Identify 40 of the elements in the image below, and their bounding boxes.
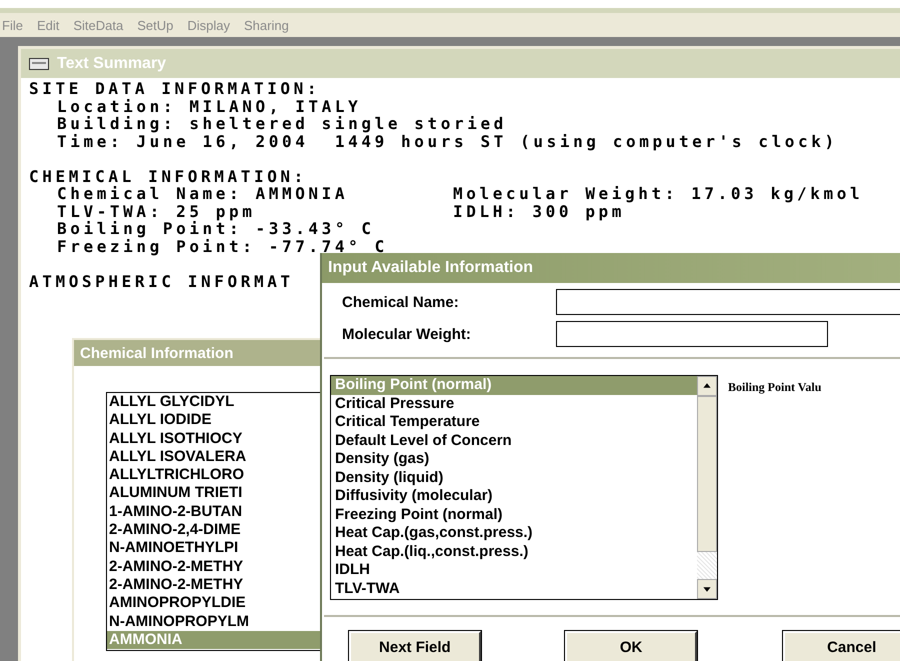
list-item[interactable]: Density (gas) (331, 450, 697, 468)
list-item[interactable]: IDLH (331, 561, 697, 580)
summary-text: IDLH: 300 ppm (453, 202, 626, 220)
list-item[interactable]: Critical Temperature (331, 413, 697, 432)
document-icon (29, 58, 49, 70)
summary-text: Freezing Point: -77.74° C (57, 236, 388, 256)
scroll-up-icon[interactable] (697, 376, 717, 396)
list-item[interactable]: Heat Cap.(liq.,const.press.) (331, 542, 697, 561)
scroll-down-icon[interactable] (697, 579, 717, 599)
dialog-button[interactable]: Next Field (349, 631, 481, 661)
property-list[interactable] (330, 375, 718, 600)
window-title: Text Summary (57, 54, 166, 72)
list-item[interactable]: Freezing Point (normal) (331, 506, 697, 524)
summary-text: Time: June 16, 2004 1449 hours ST (using computer's clock) (57, 132, 838, 150)
dialog-button[interactable]: Cancel (783, 631, 900, 661)
summary-text: Location: MILANO, ITALY (57, 96, 362, 116)
field-label: Chemical Name: (342, 294, 460, 310)
input-field[interactable] (556, 289, 900, 315)
dialog-title: Input Available Information (328, 259, 534, 277)
input-field[interactable] (556, 321, 828, 347)
dialog-button[interactable]: OK (564, 631, 698, 661)
scroll-thumb[interactable] (697, 396, 717, 552)
section-heading: CHEMICAL INFORMATION: (29, 168, 307, 185)
section-heading: ATMOSPHERIC INFORMAT (29, 272, 294, 290)
section-heading: SITE DATA INFORMATION: (29, 80, 320, 98)
field-label: Molecular Weight: (342, 326, 472, 342)
summary-text: Boiling Point: -33.43° C (57, 219, 375, 238)
summary-text: Molecular Weight: 17.03 kg/kmol (453, 185, 864, 202)
list-item[interactable]: Heat Cap.(gas,const.press.) (331, 524, 697, 542)
window-title: Chemical Information (80, 344, 234, 362)
list-item[interactable]: Default Level of Concern (331, 432, 697, 450)
scrollbar[interactable] (697, 376, 717, 599)
list-item[interactable]: TLV-TWA (331, 580, 697, 598)
list-item[interactable]: Critical Pressure (331, 394, 697, 413)
summary-text: TLV-TWA: 25 ppm (57, 202, 256, 220)
summary-text: Building: sheltered single storied (57, 114, 507, 133)
list-item[interactable]: Density (liquid) (331, 468, 697, 487)
summary-text: Chemical Name: AMMONIA (57, 184, 348, 203)
value-label: Boiling Point Valu (728, 380, 822, 395)
list-item[interactable]: Diffusivity (molecular) (331, 487, 697, 506)
